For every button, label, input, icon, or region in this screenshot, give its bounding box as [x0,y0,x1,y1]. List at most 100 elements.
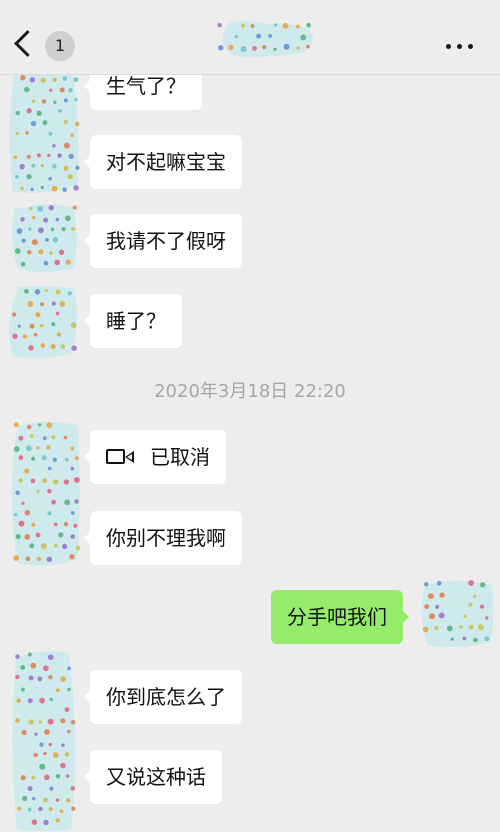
back-button[interactable]: 1 [12,26,76,66]
privacy-mask-dot [422,626,429,633]
privacy-mask-dot [53,522,58,527]
privacy-mask-dot [20,775,26,781]
user-avatar-blurred[interactable] [418,578,494,648]
message-bubble-incoming[interactable]: 睡了？ [84,294,182,348]
privacy-mask-dot [306,44,310,49]
privacy-mask-dot [438,612,445,619]
message-bubble-incoming[interactable]: 对不起嘛宝宝 [84,135,242,189]
message-text: 你到底怎么了 [106,685,226,709]
privacy-mask-dot [67,291,72,296]
privacy-mask-dot [43,819,49,826]
privacy-mask-dot [256,33,262,39]
privacy-mask-dot [13,446,20,452]
privacy-mask-dot [13,555,20,561]
privacy-mask-dot [15,718,20,723]
privacy-mask-dot [35,312,41,318]
privacy-mask-dot [66,798,71,803]
privacy-mask-dot [240,46,247,53]
message-text: 又说这种话 [106,765,206,789]
privacy-mask-dot [48,131,53,136]
privacy-mask-dot [29,323,35,329]
message-bubble-outgoing[interactable]: 分手吧我们 [271,590,409,644]
privacy-mask-dot [43,260,49,266]
privacy-mask-dot [47,654,54,661]
video-call-icon [106,447,136,467]
privacy-mask-dot [58,249,65,256]
privacy-mask-dot [18,435,24,441]
privacy-mask-dot [63,435,68,440]
privacy-mask-dot [62,543,68,549]
privacy-mask-dot [26,108,32,114]
privacy-mask-dot [29,77,36,83]
privacy-mask-dot [296,46,300,50]
privacy-mask-dot [71,226,76,232]
privacy-mask-dot [73,523,78,528]
message-text: 睡了？ [106,309,166,333]
unread-count-badge: 1 [45,31,75,61]
privacy-mask-dot [47,466,52,471]
privacy-mask-dot [21,501,25,506]
privacy-mask-dot [31,819,38,825]
message-bubble-incoming[interactable]: 你别不理我啊 [84,511,242,565]
privacy-mask-dot [33,332,38,337]
privacy-mask-dot [59,87,65,93]
privacy-mask-dot [29,206,33,211]
privacy-mask-dot [31,775,36,780]
privacy-mask-dot [74,456,79,461]
privacy-mask-dot [35,532,41,538]
privacy-mask-dot [46,556,53,563]
privacy-mask-dot [59,301,66,307]
contact-avatar-blurred[interactable] [6,286,80,358]
video-call-cancelled-bubble[interactable]: 已取消 [84,430,226,484]
privacy-mask-dot [423,582,429,587]
privacy-mask-dot [36,446,40,450]
contact-avatar-blurred[interactable] [8,420,80,568]
privacy-mask-dot [38,423,42,427]
privacy-mask-dot [13,155,18,160]
privacy-mask-dot [40,302,45,307]
more-options-button[interactable] [444,34,476,58]
privacy-mask-dot [29,543,35,549]
privacy-mask-dot [63,522,69,527]
privacy-mask-dot [20,261,26,267]
privacy-mask-dot [24,468,30,474]
privacy-mask-dot [27,301,34,307]
privacy-mask-dot [17,806,22,811]
contact-avatar-blurred[interactable] [10,202,78,274]
privacy-mask-dot [19,163,25,170]
privacy-mask-dot [74,121,80,127]
privacy-mask-dot [27,698,33,704]
privacy-mask-dot [64,752,70,757]
contact-avatar-blurred[interactable] [10,650,78,832]
privacy-mask-dot [60,676,67,682]
privacy-mask-dot [484,636,490,642]
privacy-mask-dot [72,205,77,210]
message-bubble-incoming[interactable]: 你到底怎么了 [84,670,242,724]
privacy-mask-dot [49,88,53,92]
privacy-mask-dot [18,478,23,483]
message-bubble-incoming[interactable]: 我请不了假呀 [84,214,242,268]
privacy-mask-dot [473,594,477,599]
privacy-mask-dot [20,75,26,81]
message-bubble-incoming[interactable]: 又说这种话 [84,750,222,804]
contact-avatar-blurred[interactable] [8,62,80,194]
privacy-mask-dot [70,133,74,138]
privacy-mask-dot [15,174,19,179]
contact-name-blurred [212,20,316,58]
privacy-mask-dot [40,343,46,348]
privacy-mask-dot [49,251,53,256]
privacy-mask-dot [13,422,19,428]
privacy-mask-dot [46,445,51,450]
privacy-mask-dot [51,435,56,440]
privacy-mask-dot [48,176,53,181]
privacy-mask-dot [300,34,307,41]
privacy-mask-dot [217,45,224,51]
privacy-mask-dot [56,332,62,337]
privacy-mask-dot [268,33,273,38]
privacy-mask-dot [67,666,71,671]
privacy-mask-dot [52,77,57,82]
privacy-mask-dot [53,100,57,105]
privacy-mask-dot [18,520,25,527]
privacy-mask-dot [57,153,62,158]
privacy-mask-dot [262,44,267,50]
